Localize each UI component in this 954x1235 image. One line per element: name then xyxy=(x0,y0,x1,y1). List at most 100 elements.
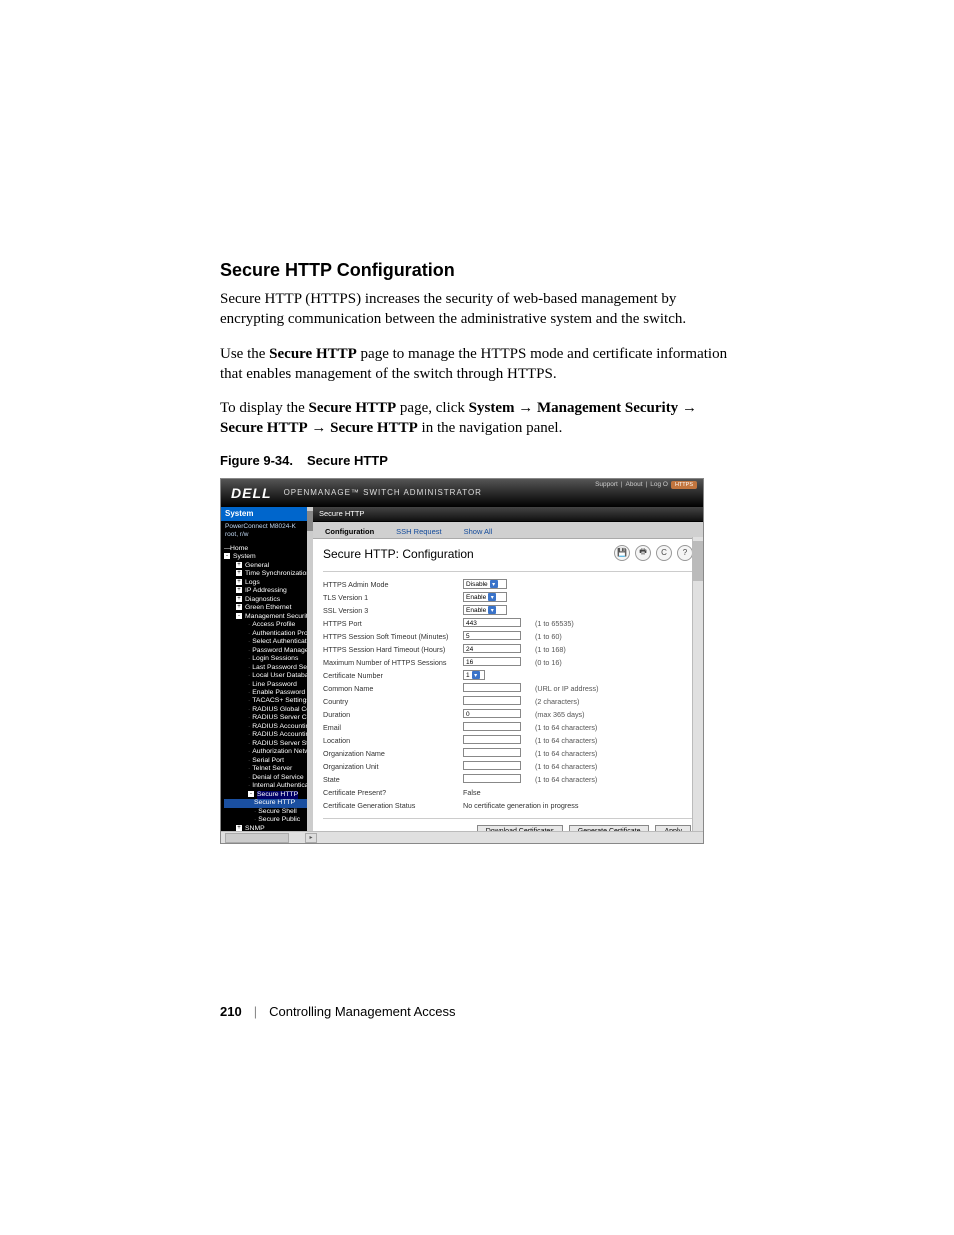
tree-item[interactable]: RADIUS Accountin xyxy=(252,723,309,731)
tree-item[interactable]: Denial of Service xyxy=(252,774,303,782)
form-select[interactable]: Disable▾ xyxy=(463,579,507,589)
content-scrollbar[interactable] xyxy=(692,537,703,831)
tree-item[interactable]: Line Password xyxy=(252,681,297,689)
p3-h: in the navigation panel. xyxy=(418,420,563,436)
form-text-input[interactable]: 0 xyxy=(463,709,521,718)
tab-configuration[interactable]: Configuration xyxy=(319,525,380,538)
plus-icon[interactable] xyxy=(236,562,242,568)
tree-item[interactable]: Login Sessions xyxy=(252,655,298,663)
app-title: OPENMANAGE™ SWITCH ADMINISTRATOR xyxy=(284,488,482,497)
plus-icon[interactable] xyxy=(236,579,242,585)
plus-icon[interactable] xyxy=(236,596,242,602)
form-text-input[interactable] xyxy=(463,748,521,757)
form-text-input[interactable] xyxy=(463,696,521,705)
tree-item[interactable]: TACACS+ Settings xyxy=(252,697,309,705)
p3-f: Secure HTTP xyxy=(220,420,308,436)
form-label: Maximum Number of HTTPS Sessions xyxy=(323,658,463,667)
print-icon[interactable]: 🖶 xyxy=(635,545,651,561)
tree-item[interactable]: Serial Port xyxy=(252,757,284,765)
tree-secure-shell[interactable]: Secure Shell xyxy=(258,808,297,816)
tree-item[interactable]: RADIUS Accountin xyxy=(252,731,309,739)
tab-show-all[interactable]: Show All xyxy=(458,525,499,538)
tree-secure-public[interactable]: Secure Public xyxy=(258,816,300,824)
panel-footer: Download Certificates Generate Certifica… xyxy=(323,818,693,831)
chevron-down-icon[interactable]: ▾ xyxy=(490,580,498,588)
p2-b: Secure HTTP xyxy=(269,346,357,362)
form-hint: (1 to 64 characters) xyxy=(527,749,597,758)
form-label: Certificate Number xyxy=(323,671,463,680)
footer-separator: | xyxy=(254,1004,257,1019)
plus-icon[interactable] xyxy=(236,570,242,576)
form-text-input[interactable] xyxy=(463,683,521,692)
tree-home[interactable]: Home xyxy=(230,545,248,553)
form-text-input[interactable]: 5 xyxy=(463,631,521,640)
paragraph-2: Use the Secure HTTP page to manage the H… xyxy=(220,344,734,385)
form-text-input[interactable]: 16 xyxy=(463,657,521,666)
figure-caption: Figure 9-34.Secure HTTP xyxy=(220,453,734,468)
form-text-input[interactable] xyxy=(463,735,521,744)
form-select[interactable]: Enable▾ xyxy=(463,592,507,602)
minus-icon[interactable] xyxy=(236,613,242,619)
form-text-input[interactable] xyxy=(463,774,521,783)
chevron-down-icon[interactable]: ▾ xyxy=(472,671,480,679)
horizontal-scrollbar[interactable]: ▸ xyxy=(221,831,703,844)
form-select[interactable]: 1▾ xyxy=(463,670,485,680)
tree-secure-http-child[interactable]: Secure HTTP xyxy=(254,799,295,807)
tree-item[interactable]: RADIUS Server Co xyxy=(252,714,310,722)
tree-item[interactable]: Password Manager xyxy=(252,647,310,655)
user-role: root, r/w xyxy=(225,531,309,539)
figure-title: Secure HTTP xyxy=(307,453,388,468)
form-label: HTTPS Session Soft Timeout (Minutes) xyxy=(323,632,463,641)
tree-item[interactable]: RADIUS Server Sta xyxy=(252,740,310,748)
tree-timesync[interactable]: Time Synchronization xyxy=(245,570,310,578)
minus-icon[interactable] xyxy=(224,553,230,559)
form-text-input[interactable] xyxy=(463,722,521,731)
tree-item[interactable]: Authorization Netw xyxy=(252,748,309,756)
tree-general[interactable]: General xyxy=(245,562,269,570)
about-link[interactable]: About xyxy=(626,481,643,488)
form-label: State xyxy=(323,775,463,784)
tree-item[interactable]: Select Authenticatio xyxy=(252,638,310,646)
nav-tree[interactable]: —Home System General Time Synchronizatio… xyxy=(221,543,313,831)
refresh-icon[interactable]: C xyxy=(656,545,672,561)
tree-item[interactable]: Internal Authenticat xyxy=(252,782,310,790)
form-label: HTTPS Session Hard Timeout (Hours) xyxy=(323,645,463,654)
tree-item[interactable]: Local User Databa xyxy=(252,672,308,680)
tree-logs[interactable]: Logs xyxy=(245,579,260,587)
form-text-input[interactable] xyxy=(463,761,521,770)
tree-item[interactable]: Access Profile xyxy=(252,621,295,629)
form-hint: (1 to 64 characters) xyxy=(527,723,597,732)
form-text-input[interactable]: 443 xyxy=(463,618,521,627)
minus-icon[interactable] xyxy=(248,791,254,797)
tree-diag[interactable]: Diagnostics xyxy=(245,596,280,604)
form-select[interactable]: Enable▾ xyxy=(463,605,507,615)
tree-item[interactable]: RADIUS Global Co xyxy=(252,706,310,714)
form-hint: (1 to 64 characters) xyxy=(527,775,597,784)
chevron-down-icon[interactable]: ▾ xyxy=(488,593,496,601)
tree-item[interactable]: Last Password Set xyxy=(252,664,309,672)
form-label: Organization Name xyxy=(323,749,463,758)
plus-icon[interactable] xyxy=(236,604,242,610)
plus-icon[interactable] xyxy=(236,587,242,593)
p3-d: System xyxy=(469,400,515,416)
form-static-value: No certificate generation in progress xyxy=(463,801,578,810)
tree-mgmtsec[interactable]: Management Security xyxy=(245,613,310,621)
tree-green[interactable]: Green Ethernet xyxy=(245,604,291,612)
support-link[interactable]: Support xyxy=(595,481,618,488)
tree-ipaddr[interactable]: IP Addressing xyxy=(245,587,287,595)
form-text-input[interactable]: 24 xyxy=(463,644,521,653)
tree-item[interactable]: Enable Password xyxy=(252,689,305,697)
page-title: Controlling Management Access xyxy=(269,1004,455,1019)
tree-system[interactable]: System xyxy=(233,553,256,561)
help-icon[interactable]: ? xyxy=(677,545,693,561)
top-links: Support | About | Log O HTTPS xyxy=(595,481,697,489)
tab-ssh-request[interactable]: SSH Request xyxy=(390,525,447,538)
logout-link[interactable]: Log O xyxy=(650,481,668,488)
form-label: Email xyxy=(323,723,463,732)
tree-item[interactable]: Authentication Profi xyxy=(252,630,310,638)
tree-item[interactable]: Telnet Server xyxy=(252,765,292,773)
tree-secure-http[interactable]: Secure HTTP xyxy=(257,791,298,799)
form-label: Country xyxy=(323,697,463,706)
chevron-down-icon[interactable]: ▾ xyxy=(488,606,496,614)
save-icon[interactable]: 💾 xyxy=(614,545,630,561)
